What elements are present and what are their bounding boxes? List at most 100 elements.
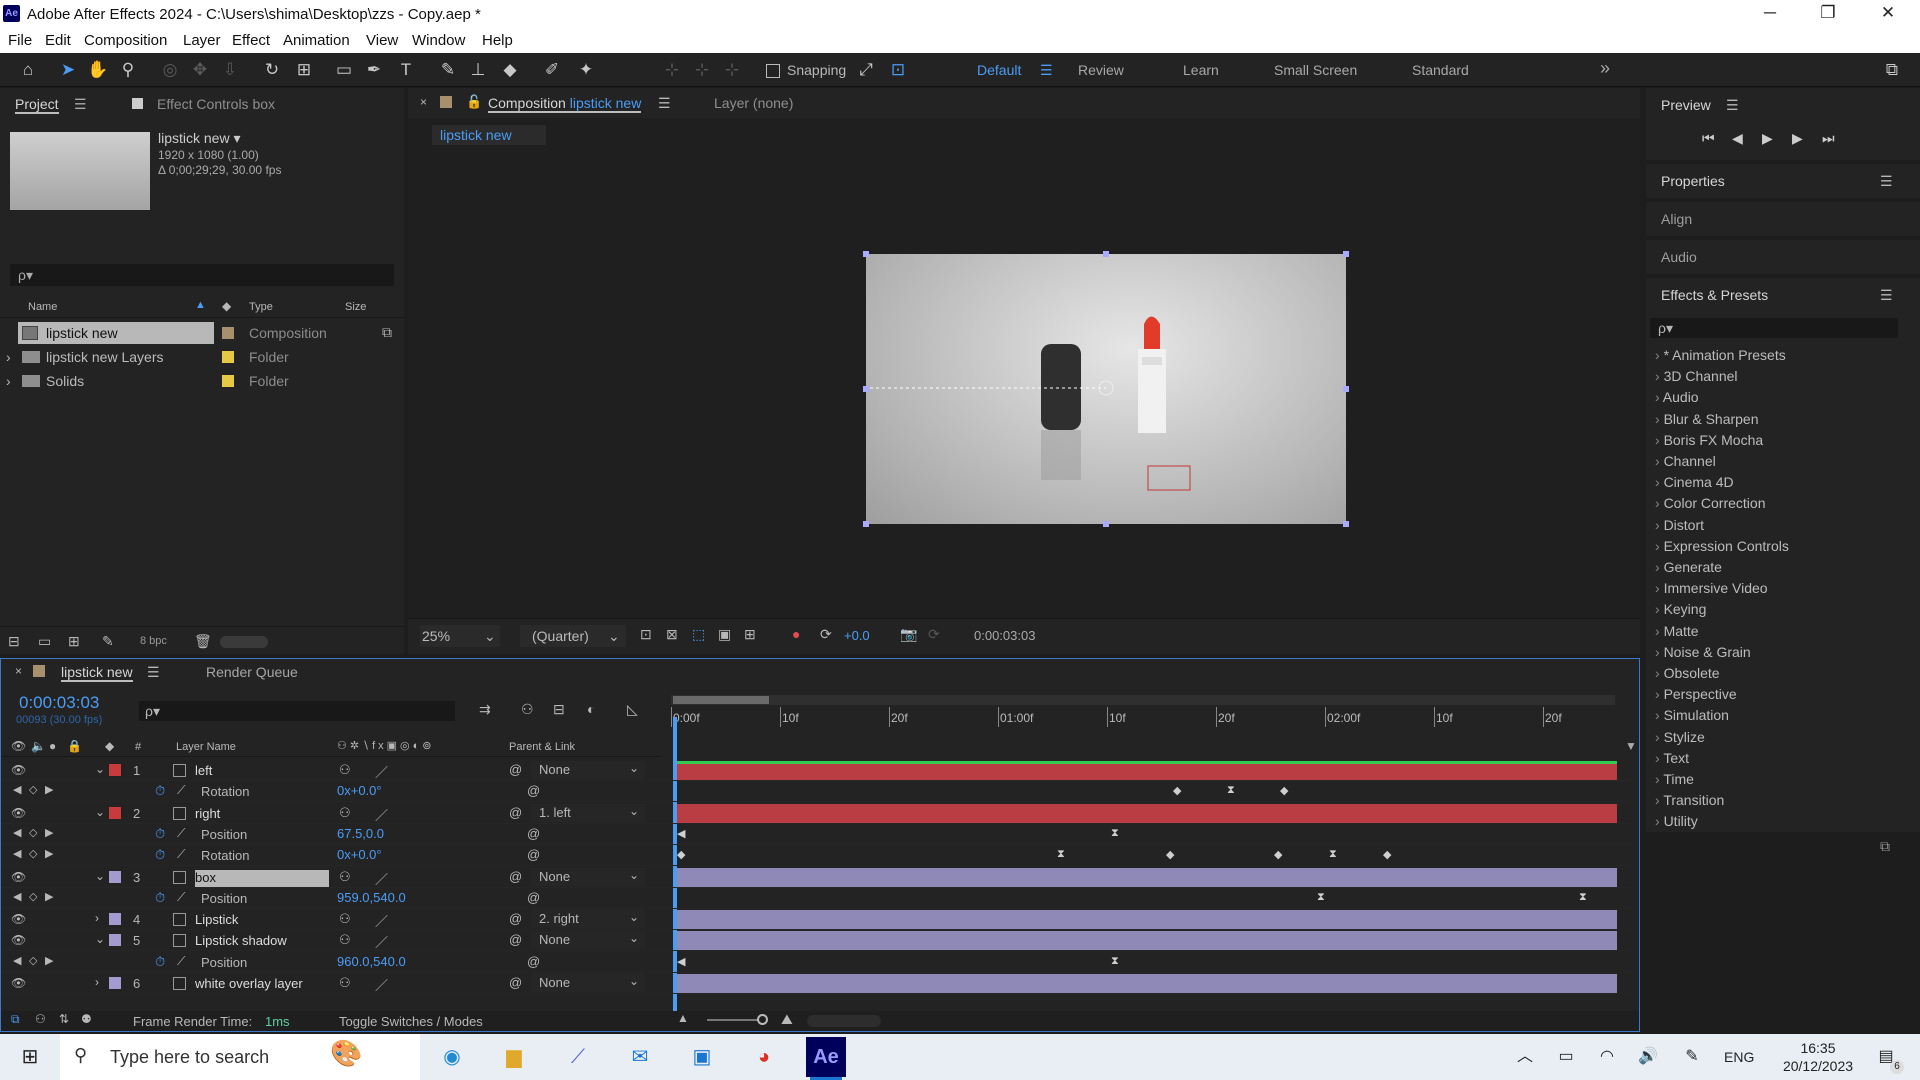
- menu-edit[interactable]: Edit: [45, 32, 71, 49]
- effects-category[interactable]: › Obsolete: [1655, 665, 1720, 681]
- label-swatch[interactable]: [222, 351, 234, 363]
- tab-render-queue[interactable]: Render Queue: [206, 664, 298, 680]
- project-item-folder[interactable]: › lipstick new Layers Folder: [0, 346, 404, 370]
- parent-dropdown[interactable]: 1. left ⌄: [531, 803, 645, 822]
- layer-label-swatch[interactable]: [109, 806, 121, 819]
- effects-category[interactable]: › Matte: [1655, 623, 1699, 639]
- property-value[interactable]: 959.0,540.0: [337, 890, 406, 905]
- clock-time[interactable]: 16:35: [1788, 1040, 1848, 1056]
- first-frame-icon[interactable]: ⏮: [1702, 130, 1715, 147]
- property-row[interactable]: ◀ ◇ ▶ ⏱ ⟋ Position 67.5,0.0 @ ◀ ⧗: [1, 824, 1636, 845]
- audio-title[interactable]: Audio: [1661, 249, 1697, 265]
- graph-editor-icon[interactable]: ◺: [627, 701, 638, 718]
- in-out-icon[interactable]: ⇅: [59, 1012, 69, 1026]
- puppet-tool-icon[interactable]: ✦: [574, 59, 598, 81]
- new-folder-icon[interactable]: ▭: [38, 633, 51, 650]
- keyframe-icon[interactable]: ◆: [1173, 784, 1181, 797]
- guides-icon[interactable]: ⊞: [744, 626, 756, 643]
- keyframe-icon[interactable]: ◆: [1274, 848, 1282, 861]
- menu-animation[interactable]: Animation: [283, 32, 350, 49]
- rectangle-tool-icon[interactable]: ▭: [332, 59, 356, 81]
- exposure-value[interactable]: +0.0: [844, 628, 870, 643]
- effects-category[interactable]: › Generate: [1655, 559, 1722, 575]
- render-time-icon[interactable]: ⧉: [11, 1012, 20, 1027]
- pickwhip-icon[interactable]: @: [509, 762, 522, 777]
- zoom-slider-handle[interactable]: [757, 1014, 768, 1025]
- quality-switch-icon[interactable]: ／: [375, 975, 388, 994]
- properties-menu-icon[interactable]: ☰: [1880, 173, 1893, 190]
- visibility-eye-icon[interactable]: 👁: [11, 806, 26, 820]
- layer-row[interactable]: 👁 › 6 white overlay layer ⚇ ／ @ None ⌄: [1, 973, 1636, 994]
- prev-keyframe-icon[interactable]: ◀: [13, 826, 21, 839]
- layer-row[interactable]: 👁 ⌄ 3 box ⚇ ／ @ None ⌄: [1, 867, 1636, 888]
- pan-tool-icon[interactable]: ✥: [188, 59, 212, 81]
- after-effects-icon[interactable]: Ae: [806, 1037, 846, 1077]
- preview-menu-icon[interactable]: ☰: [1726, 97, 1739, 114]
- expand-icon[interactable]: ›: [6, 349, 11, 365]
- layer-name[interactable]: Lipstick shadow: [195, 933, 329, 950]
- shy-switch-icon[interactable]: ⚇: [339, 911, 351, 927]
- lock-icon[interactable]: 🔓: [466, 94, 482, 110]
- layer-name[interactable]: left: [195, 763, 329, 780]
- workspace-menu-icon[interactable]: ☰: [1040, 62, 1053, 79]
- motion-blur-icon[interactable]: ◐: [587, 701, 595, 717]
- share-icon[interactable]: ⧉: [1880, 59, 1904, 81]
- layer-name[interactable]: white overlay layer: [195, 976, 329, 993]
- property-value[interactable]: 67.5,0.0: [337, 826, 384, 841]
- timeline-search-input[interactable]: ρ▾: [139, 701, 455, 721]
- brush-tool-icon[interactable]: ✎: [436, 59, 460, 81]
- chrome-icon[interactable]: ◕: [744, 1040, 784, 1074]
- rotate-tool-icon[interactable]: ↻: [260, 59, 284, 81]
- layer-row[interactable]: 👁 ⌄ 2 right ⚇ ／ @1. left ⌄: [1, 803, 1636, 824]
- layer-row[interactable]: 👁 ⌄ 5 Lipstick shadow ⚇ ／ @ None ⌄: [1, 930, 1636, 952]
- timeline-scrollbar[interactable]: [807, 1015, 881, 1027]
- effects-category[interactable]: › Immersive Video: [1655, 580, 1768, 596]
- current-time-marker-icon[interactable]: ▼: [1625, 739, 1637, 753]
- add-keyframe-icon[interactable]: ◇: [29, 783, 37, 796]
- next-keyframe-icon[interactable]: ▶: [45, 954, 53, 967]
- timeline-menu-icon[interactable]: ☰: [147, 664, 160, 681]
- effects-category[interactable]: › Expression Controls: [1655, 538, 1789, 554]
- pen-tool-icon[interactable]: ✒: [362, 59, 386, 81]
- snapping-checkbox[interactable]: [766, 64, 780, 78]
- store-icon[interactable]: ▣: [682, 1040, 722, 1074]
- visibility-eye-icon[interactable]: 👁: [11, 912, 26, 926]
- stretch-icon[interactable]: ⚉: [81, 1012, 92, 1026]
- stopwatch-icon[interactable]: ⏱: [155, 890, 165, 906]
- tab-project[interactable]: Project: [15, 96, 59, 114]
- layer-duration-bar[interactable]: [677, 931, 1617, 951]
- expression-pickwhip-icon[interactable]: @: [527, 783, 540, 798]
- parent-dropdown[interactable]: None ⌄: [531, 974, 645, 992]
- effects-category[interactable]: › * Animation Presets: [1655, 347, 1786, 363]
- menu-layer[interactable]: Layer: [183, 32, 221, 49]
- comp-breadcrumb[interactable]: lipstick new: [432, 125, 546, 145]
- project-item-folder[interactable]: › Solids Folder: [0, 370, 404, 394]
- sort-asc-icon[interactable]: ▲: [195, 299, 206, 311]
- workspace-learn[interactable]: Learn: [1183, 62, 1219, 78]
- effects-category[interactable]: › Keying: [1655, 601, 1706, 617]
- parent-dropdown[interactable]: None ⌄: [531, 761, 645, 779]
- menu-help[interactable]: Help: [482, 32, 513, 49]
- layer-duration-bar[interactable]: [677, 803, 1617, 823]
- battery-icon[interactable]: ▭: [1546, 1040, 1586, 1074]
- home-icon[interactable]: ⌂: [16, 59, 40, 81]
- dolly-tool-icon[interactable]: ⇩: [218, 59, 242, 81]
- workspace-small-screen[interactable]: Small Screen: [1274, 62, 1357, 78]
- shy-switch-icon[interactable]: ⚇: [339, 805, 351, 821]
- col-layer-name[interactable]: Layer Name: [176, 741, 236, 753]
- local-axis-icon[interactable]: ⊹: [660, 59, 684, 81]
- effects-category[interactable]: › Utility: [1655, 813, 1698, 829]
- zoom-dropdown[interactable]: 25% ⌄: [420, 625, 500, 647]
- keyframe-icon[interactable]: ⧗: [1579, 891, 1587, 904]
- effects-category[interactable]: › 3D Channel: [1655, 368, 1738, 384]
- zoom-in-icon[interactable]: ⛰: [781, 1011, 793, 1028]
- effects-category[interactable]: › Perspective: [1655, 686, 1737, 702]
- workspace-review[interactable]: Review: [1078, 62, 1124, 78]
- property-value[interactable]: 0x+0.0°: [337, 847, 382, 862]
- layer-duration-bar[interactable]: [677, 761, 1617, 780]
- col-size[interactable]: Size: [345, 301, 366, 313]
- close-tab-icon[interactable]: ×: [420, 95, 427, 109]
- effects-category[interactable]: › Audio: [1655, 389, 1699, 405]
- parent-dropdown[interactable]: None ⌄: [531, 867, 645, 886]
- pickwhip-icon[interactable]: @: [509, 932, 522, 947]
